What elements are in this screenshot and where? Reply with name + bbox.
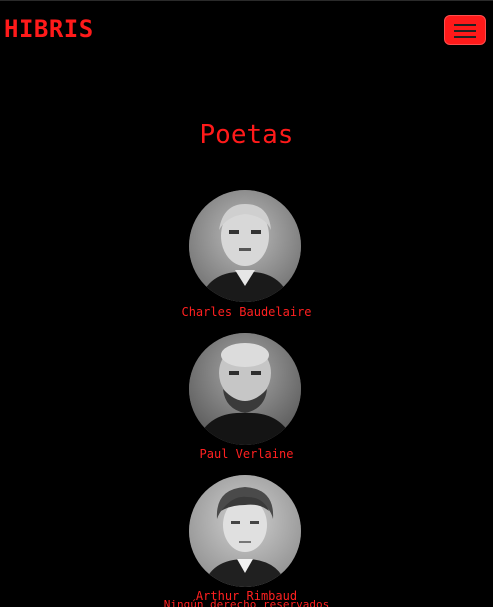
footer-copyright: Ningún derecho reservados [163, 598, 330, 607]
navbar: HIBRIS [0, 0, 493, 56]
hamburger-menu-icon [454, 24, 476, 38]
poet-portrait-rimbaud[interactable] [189, 475, 301, 587]
brand-logo[interactable]: HIBRIS [4, 14, 94, 44]
poet-portrait-baudelaire[interactable] [189, 190, 301, 302]
page: HIBRIS Poetas Charles Baudelaire Paul Ve… [0, 0, 493, 607]
poet-name[interactable]: Paul Verlaine [0, 447, 493, 461]
poet-portrait-verlaine[interactable] [189, 333, 301, 445]
poet-name[interactable]: Charles Baudelaire [0, 305, 493, 319]
page-title: Poetas [199, 120, 294, 150]
navbar-toggler-button[interactable] [444, 15, 486, 45]
